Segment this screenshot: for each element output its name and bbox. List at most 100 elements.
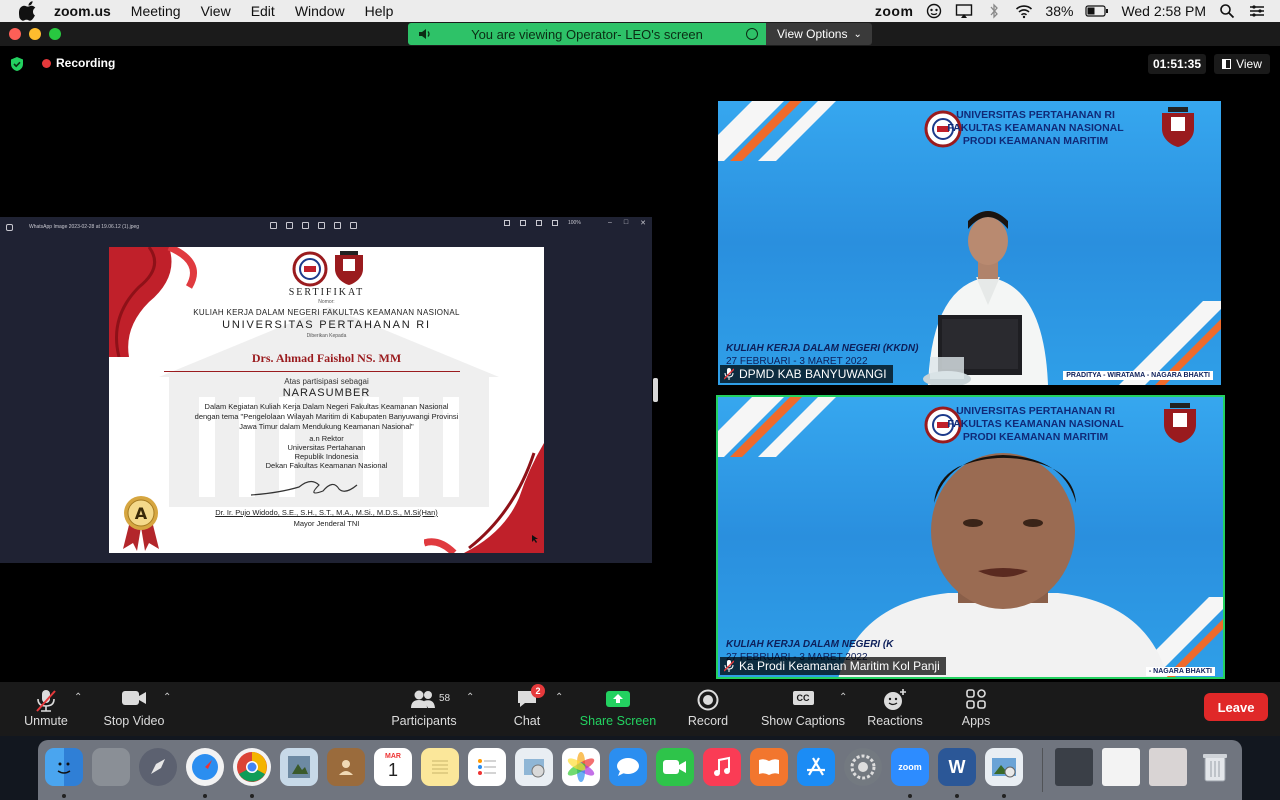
viewer-close-icon[interactable]: ✕ [640, 219, 646, 227]
battery-icon[interactable] [1085, 3, 1109, 19]
more-icon[interactable] [350, 222, 357, 229]
certificate-given-to: Diberikan Kepada [306, 333, 347, 339]
control-center-icon[interactable] [1248, 3, 1266, 19]
menu-window[interactable]: Window [295, 3, 345, 19]
image-viewer-app-icon [6, 223, 13, 231]
books-icon[interactable] [750, 748, 788, 786]
smiley-plus-icon [884, 689, 906, 710]
recent-window-thumbnail[interactable] [1055, 748, 1093, 786]
photo-viewer-icon[interactable] [985, 748, 1023, 786]
security-shield-icon[interactable] [10, 56, 24, 72]
zoom-out-icon[interactable] [536, 220, 542, 226]
fullscreen-icon[interactable] [520, 220, 526, 226]
zoom-status-item[interactable]: zoom [875, 3, 914, 19]
menu-view[interactable]: View [201, 3, 231, 19]
system-preferences-icon[interactable] [844, 748, 882, 786]
participants-count: 58 [439, 693, 451, 704]
unmute-button[interactable]: Unmute [18, 682, 74, 736]
apps-grid-icon [966, 689, 986, 709]
certificate-nomor: Nomor: [318, 299, 335, 305]
favorite-icon[interactable] [318, 222, 325, 229]
share-screen-button[interactable]: Share Screen [578, 682, 658, 736]
window-close-button[interactable] [9, 28, 21, 40]
leave-meeting-button[interactable]: Leave [1204, 693, 1268, 721]
music-icon[interactable] [703, 748, 741, 786]
zoom-app-icon[interactable]: zoom [891, 748, 929, 786]
screen-mirroring-icon[interactable] [955, 3, 973, 19]
calendar-icon[interactable]: MAR 1 [374, 748, 412, 786]
menu-edit[interactable]: Edit [251, 3, 275, 19]
video-tile-active-speaker[interactable]: UNIVERSITAS PERTAHANAN RI FAKULTAS KEAMA… [716, 395, 1225, 679]
captions-caret-icon[interactable]: ⌃ [839, 692, 847, 703]
reactions-button[interactable]: Reactions [862, 682, 928, 736]
view-options-button[interactable]: View Options ⌄ [766, 23, 872, 45]
disk-utility-icon[interactable] [92, 748, 130, 786]
video-options-caret-icon[interactable]: ⌃ [163, 692, 171, 703]
preview-icon[interactable] [280, 748, 318, 786]
window-fullscreen-button[interactable] [49, 28, 61, 40]
audio-options-caret-icon[interactable]: ⌃ [74, 692, 82, 703]
running-indicator [908, 794, 912, 798]
zoom-in-icon[interactable] [552, 220, 558, 226]
fakultas-shield-logo [1164, 403, 1196, 443]
bluetooth-icon[interactable] [985, 3, 1003, 19]
chat-caret-icon[interactable]: ⌃ [555, 692, 563, 703]
meeting-controls-toolbar: Unmute ⌃ Stop Video ⌃ Participants 58 ⌃ … [0, 682, 1280, 736]
split-view-handle[interactable] [653, 378, 658, 402]
recording-indicator[interactable]: Recording [42, 56, 115, 70]
recording-label: Recording [56, 56, 116, 70]
trash-icon[interactable] [1196, 748, 1234, 786]
participants-button[interactable]: Participants [386, 682, 462, 736]
facetime-icon[interactable] [656, 748, 694, 786]
show-captions-button[interactable]: CC Show Captions [756, 682, 850, 736]
participants-caret-icon[interactable]: ⌃ [466, 692, 474, 703]
safari-icon[interactable] [186, 748, 224, 786]
apps-button[interactable]: Apps [954, 682, 998, 736]
reminders-icon[interactable] [468, 748, 506, 786]
rotate-icon[interactable] [286, 222, 293, 229]
edit-icon[interactable] [270, 222, 277, 229]
chrome-icon[interactable] [233, 748, 271, 786]
viewer-maximize-icon[interactable]: □ [624, 219, 628, 227]
face-icon[interactable] [925, 3, 943, 19]
window-minimize-button[interactable] [29, 28, 41, 40]
view-layout-label: View [1236, 57, 1262, 71]
word-app-icon[interactable]: W [938, 748, 976, 786]
image-viewer-filename: WhatsApp Image 2023-02-28 at 19.06.12 (1… [29, 224, 140, 230]
menu-app-name[interactable]: zoom.us [54, 3, 111, 19]
apple-icon[interactable] [18, 1, 38, 21]
menu-meeting[interactable]: Meeting [131, 3, 181, 19]
share-screen-label: Share Screen [579, 714, 657, 728]
contacts-icon[interactable] [327, 748, 365, 786]
participants-icon [411, 690, 435, 708]
tile-motto: - NAGARA BHAKTI [1145, 667, 1215, 676]
certificate-body-line-3: Jawa Timur dalam Mendukung Keamanan Nasi… [239, 422, 414, 431]
recent-document-thumbnail[interactable] [1149, 748, 1187, 786]
notes-icon[interactable] [421, 748, 459, 786]
show-captions-label: Show Captions [760, 714, 846, 728]
dock-separator [1042, 748, 1043, 792]
spotlight-search-icon[interactable] [1218, 3, 1236, 19]
recent-document-thumbnail[interactable] [1102, 748, 1140, 786]
launchpad-icon[interactable] [139, 748, 177, 786]
video-tile-participant-1[interactable]: UNIVERSITAS PERTAHANAN RI FAKULTAS KEAMA… [718, 101, 1221, 385]
stop-video-button[interactable]: Stop Video [100, 682, 168, 736]
record-icon [697, 689, 719, 711]
menubar-clock[interactable]: Wed 2:58 PM [1121, 3, 1206, 19]
wifi-icon[interactable] [1015, 3, 1033, 19]
image-capture-icon[interactable] [515, 748, 553, 786]
messages-icon[interactable] [609, 748, 647, 786]
tile-header: UNIVERSITAS PERTAHANAN RI FAKULTAS KEAMA… [923, 405, 1148, 444]
certificate-role: NARASUMBER [282, 387, 371, 399]
record-button[interactable]: Record [684, 682, 732, 736]
photos-icon[interactable] [562, 748, 600, 786]
fit-icon[interactable] [504, 220, 510, 226]
view-layout-button[interactable]: View [1214, 54, 1270, 74]
info-icon[interactable] [334, 222, 341, 229]
finder-icon[interactable] [45, 748, 83, 786]
delete-icon[interactable] [302, 222, 309, 229]
app-store-icon[interactable] [797, 748, 835, 786]
menu-help[interactable]: Help [365, 3, 394, 19]
layout-icon [1222, 59, 1232, 69]
viewer-minimize-icon[interactable]: – [608, 219, 612, 227]
